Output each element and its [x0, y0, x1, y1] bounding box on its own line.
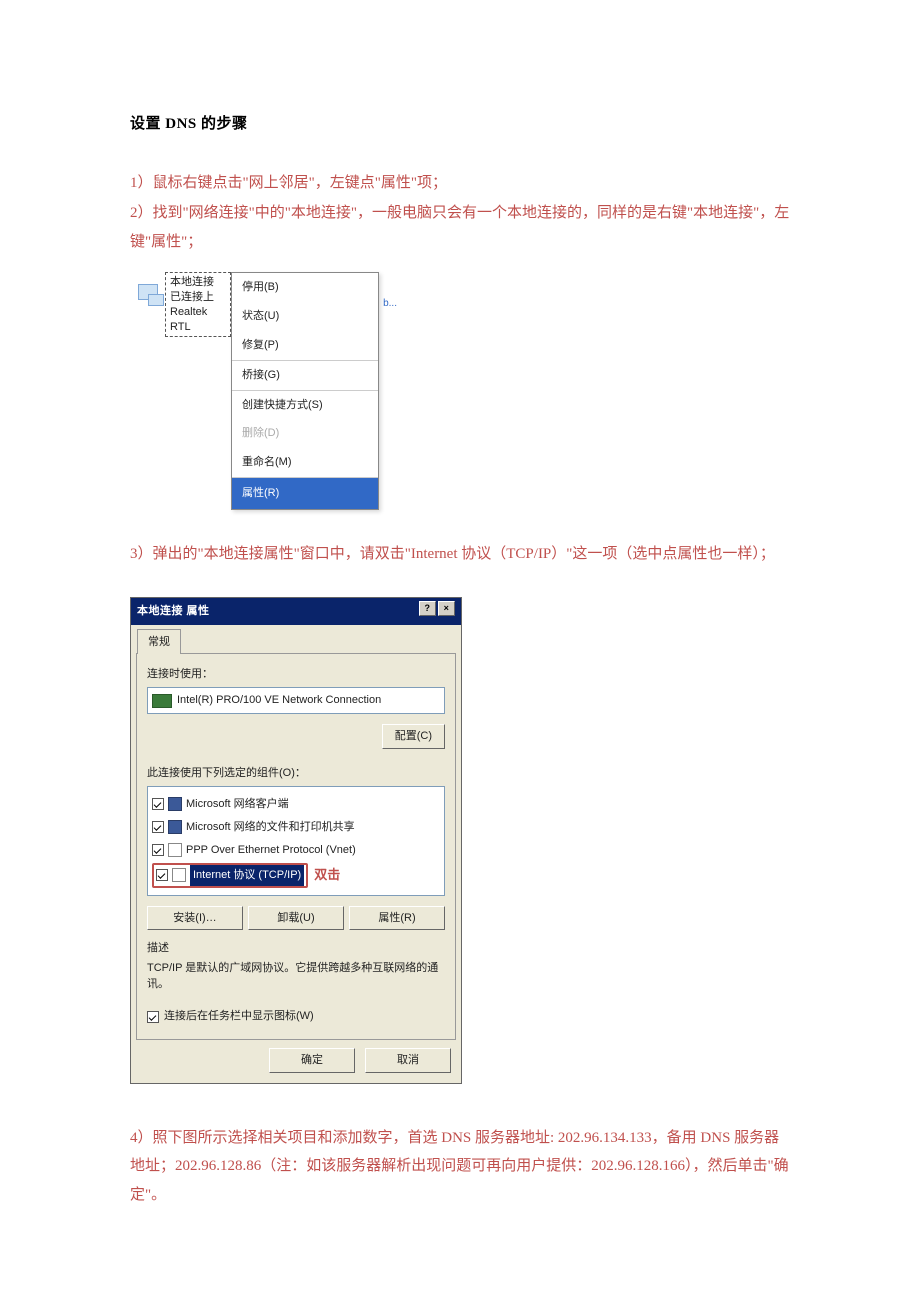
connect-using-label: 连接时使用：	[147, 664, 445, 685]
checkbox-icon[interactable]	[152, 844, 164, 856]
menu-repair[interactable]: 修复(P)	[232, 331, 378, 360]
components-label: 此连接使用下列选定的组件(O)：	[147, 763, 445, 784]
checkbox-icon[interactable]	[147, 1011, 159, 1023]
menu-bridge[interactable]: 桥接(G)	[232, 361, 378, 390]
step-1: 1）鼠标右键点击"网上邻居"，左键点"属性"项；	[130, 169, 790, 198]
tab-general[interactable]: 常规	[137, 629, 181, 655]
connection-label[interactable]: 本地连接 已连接上 Realtek RTL	[165, 272, 231, 337]
context-menu: 停用(B) 状态(U) 修复(P) 桥接(G) 创建快捷方式(S) 删除(D) …	[231, 272, 379, 510]
figure-1-context-menu: 本地连接 已连接上 Realtek RTL 停用(B) 状态(U) 修复(P) …	[130, 272, 790, 510]
help-button[interactable]: ?	[419, 601, 436, 616]
menu-shortcut[interactable]: 创建快捷方式(S)	[232, 391, 378, 420]
menu-disable[interactable]: 停用(B)	[232, 273, 378, 302]
close-button[interactable]: ×	[438, 601, 455, 616]
item-label-selected: Internet 协议 (TCP/IP)	[190, 865, 304, 886]
description-label: 描述	[147, 938, 445, 959]
nic-icon	[152, 694, 172, 708]
protocol-icon	[172, 868, 186, 882]
uninstall-button[interactable]: 卸载(U)	[248, 906, 344, 931]
checkbox-icon[interactable]	[152, 821, 164, 833]
cancel-button[interactable]: 取消	[365, 1048, 451, 1073]
properties-button[interactable]: 属性(R)	[349, 906, 445, 931]
annotation-doubleclick: 双击	[314, 863, 340, 888]
step-3: 3）弹出的"本地连接属性"窗口中，请双击"Internet 协议（TCP/IP）…	[130, 540, 790, 569]
network-connection-icon	[134, 276, 161, 312]
label-status: 已连接上	[170, 290, 226, 305]
menu-properties[interactable]: 属性(R)	[232, 478, 378, 509]
step-2: 2）找到"网络连接"中的"本地连接"，一般电脑只会有一个本地连接的，同样的是右键…	[130, 199, 790, 256]
list-item[interactable]: Microsoft 网络客户端	[152, 793, 440, 816]
list-item[interactable]: Microsoft 网络的文件和打印机共享	[152, 816, 440, 839]
balloon-stub: b...	[383, 294, 397, 313]
protocol-icon	[168, 843, 182, 857]
label-name: 本地连接	[170, 275, 226, 290]
page-title: 设置 DNS 的步骤	[130, 110, 790, 139]
share-icon	[168, 820, 182, 834]
item-label: Microsoft 网络的文件和打印机共享	[186, 817, 355, 838]
checkbox-icon[interactable]	[152, 798, 164, 810]
adapter-field: Intel(R) PRO/100 VE Network Connection	[147, 687, 445, 714]
ok-button[interactable]: 确定	[269, 1048, 355, 1073]
description-text: TCP/IP 是默认的广域网协议。它提供跨越多种互联网络的通讯。	[147, 961, 445, 992]
tray-icon-label: 连接后在任务栏中显示图标(W)	[164, 1006, 314, 1027]
menu-status[interactable]: 状态(U)	[232, 302, 378, 331]
label-adapter: Realtek RTL	[170, 305, 226, 335]
menu-delete: 删除(D)	[232, 419, 378, 448]
dialog-title: 本地连接 属性	[137, 601, 210, 622]
install-button[interactable]: 安装(I)…	[147, 906, 243, 931]
adapter-name: Intel(R) PRO/100 VE Network Connection	[177, 690, 381, 711]
item-label: Microsoft 网络客户端	[186, 794, 289, 815]
step-4: 4）照下图所示选择相关项目和添加数字，首选 DNS 服务器地址: 202.96.…	[130, 1124, 790, 1210]
item-label: PPP Over Ethernet Protocol (Vnet)	[186, 840, 356, 861]
components-list[interactable]: Microsoft 网络客户端 Microsoft 网络的文件和打印机共享 PP…	[147, 786, 445, 896]
tray-icon-checkbox-row[interactable]: 连接后在任务栏中显示图标(W)	[147, 1006, 445, 1027]
figure-2-properties-dialog: 本地连接 属性 ? × 常规 连接时使用： Intel(R) PRO/100 V…	[130, 597, 790, 1084]
menu-rename[interactable]: 重命名(M)	[232, 448, 378, 477]
checkbox-icon[interactable]	[156, 869, 168, 881]
client-icon	[168, 797, 182, 811]
dialog-titlebar[interactable]: 本地连接 属性 ? ×	[131, 598, 461, 625]
list-item[interactable]: PPP Over Ethernet Protocol (Vnet)	[152, 839, 440, 862]
list-item-tcpip[interactable]: Internet 协议 (TCP/IP) 双击	[152, 862, 440, 889]
configure-button[interactable]: 配置(C)	[382, 724, 445, 749]
